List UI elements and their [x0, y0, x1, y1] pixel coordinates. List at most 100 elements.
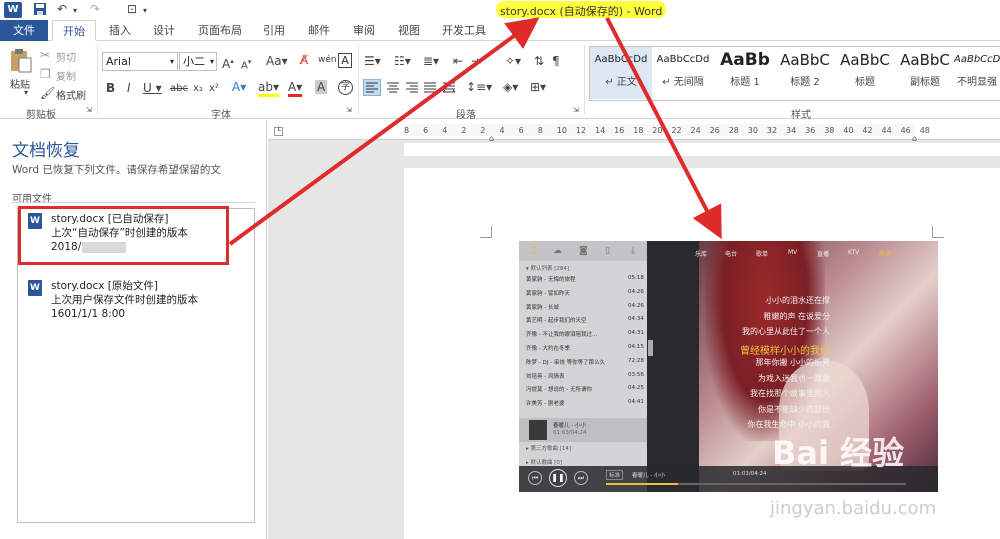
tab-selector-icon[interactable]: └: [274, 127, 283, 136]
song-title[interactable]: 黄艺明 - 起步我们的天空: [526, 316, 586, 324]
justify-icon[interactable]: [422, 80, 438, 95]
highlight-icon[interactable]: ab▾: [258, 80, 279, 97]
cut-button[interactable]: 剪切: [56, 49, 76, 64]
player-nav-item[interactable]: 歌单: [756, 249, 768, 258]
numbering-icon[interactable]: ☷▾: [394, 54, 411, 68]
clear-formatting-icon[interactable]: A̸: [300, 53, 308, 67]
device-icon[interactable]: ▯: [605, 246, 610, 256]
style-normal[interactable]: AaBbCcDd ↵ 正文: [590, 47, 652, 99]
playlist-section[interactable]: ▸ 默认歌曲 [0]: [526, 458, 562, 466]
strikethrough-icon[interactable]: abc: [170, 82, 188, 96]
song-title[interactable]: 刘培英 - 风情表: [526, 372, 564, 380]
multilevel-list-icon[interactable]: ≣▾: [423, 54, 439, 68]
tab-view[interactable]: 视图: [391, 20, 427, 41]
tab-page-layout[interactable]: 页面布局: [190, 20, 250, 41]
paragraph-launcher-icon[interactable]: ⇲: [573, 106, 579, 114]
playlist-section[interactable]: ▸ 第三方歌曲 [14]: [526, 444, 571, 452]
character-border-icon[interactable]: A: [338, 53, 352, 68]
playlist-header[interactable]: ▾ 默认列表 [284]: [526, 264, 569, 272]
clipboard-launcher-icon[interactable]: ⇲: [86, 106, 92, 114]
superscript-icon[interactable]: x²: [209, 82, 219, 96]
right-indent-marker-icon[interactable]: ⌂: [912, 134, 917, 143]
shrink-font-icon[interactable]: A▾: [241, 55, 251, 73]
tab-home[interactable]: 开始: [52, 20, 96, 41]
bold-icon[interactable]: B: [106, 81, 115, 95]
distributed-icon[interactable]: [441, 80, 457, 95]
paste-dropdown-icon[interactable]: ▾: [24, 88, 28, 97]
previous-track-icon[interactable]: ⏮: [528, 471, 542, 485]
borders-icon[interactable]: ⊞▾: [530, 80, 546, 94]
player-nav-item[interactable]: KTV: [848, 249, 859, 256]
align-center-icon[interactable]: [385, 80, 401, 95]
pause-icon[interactable]: ❚❚: [549, 469, 567, 487]
player-nav-item[interactable]: 乐库: [695, 249, 707, 258]
player-nav-item[interactable]: 歌词: [879, 249, 891, 258]
song-title[interactable]: 陈梦 - DJ - 串烧 等你等了那么久: [526, 358, 605, 366]
song-title[interactable]: 齐豫 - 不让我的眼泪陪我过...: [526, 330, 597, 338]
bullets-icon[interactable]: ☰▾: [364, 54, 381, 68]
subscript-icon[interactable]: x₂: [193, 82, 203, 96]
character-shading-icon[interactable]: A: [315, 80, 328, 94]
radio-icon[interactable]: ◙: [579, 246, 588, 256]
redo-icon[interactable]: ↷: [90, 2, 100, 16]
collapse-handle[interactable]: [648, 340, 653, 356]
line-spacing-icon[interactable]: ↕≡▾: [466, 80, 492, 94]
save-icon[interactable]: [33, 2, 47, 16]
song-title[interactable]: 黄家驹 - 譬如昨天: [526, 289, 570, 297]
tab-developer[interactable]: 开发工具: [436, 20, 492, 41]
sort-icon[interactable]: ⇅: [534, 54, 544, 68]
paste-icon[interactable]: [9, 48, 33, 74]
indent-marker-icon[interactable]: ⌂: [489, 134, 494, 143]
song-title[interactable]: 许美芳 - 剧老婆: [526, 399, 564, 407]
cut-icon[interactable]: ✂: [40, 48, 50, 62]
font-launcher-icon[interactable]: ⇲: [346, 106, 352, 114]
format-painter-button[interactable]: 格式刷: [56, 87, 86, 102]
player-nav-item[interactable]: 电台: [725, 249, 737, 258]
font-name-select[interactable]: Arial ▾: [102, 52, 178, 71]
chinese-layout-icon[interactable]: ✧▾: [505, 54, 521, 68]
tab-mailings[interactable]: 邮件: [301, 20, 337, 41]
music-note-icon[interactable]: ♫: [529, 246, 537, 256]
font-color-icon[interactable]: A▾: [288, 80, 303, 97]
undo-dropdown-icon[interactable]: ▾: [73, 6, 77, 15]
style-heading-2[interactable]: AaBbC 标题 2: [774, 47, 836, 99]
underline-icon[interactable]: U ▾: [143, 81, 162, 95]
player-nav-item[interactable]: 直播: [817, 249, 829, 258]
undo-icon[interactable]: ↶: [57, 2, 67, 16]
tab-file[interactable]: 文件: [0, 20, 48, 41]
song-title[interactable]: 冯提莫 - 想说的 - 无所谓你: [526, 385, 592, 393]
song-title[interactable]: 黄家驹 - 无悔的旅程: [526, 275, 575, 283]
tab-design[interactable]: 设计: [144, 20, 184, 41]
italic-icon[interactable]: I: [127, 81, 131, 95]
download-icon[interactable]: ⤓: [631, 246, 635, 256]
grow-font-icon[interactable]: A▴: [222, 54, 234, 71]
phonetic-guide-icon[interactable]: wén: [318, 53, 337, 67]
format-painter-icon[interactable]: 🖌: [40, 86, 55, 100]
enclosed-character-icon[interactable]: 字: [338, 80, 353, 95]
style-subtle-emphasis[interactable]: AaBbCcDd不明显强: [954, 47, 1000, 99]
style-heading-1[interactable]: AaBb 标题 1: [714, 47, 776, 99]
style-subtitle[interactable]: AaBbC 副标题: [894, 47, 956, 99]
change-case-icon[interactable]: Aa▾: [266, 54, 288, 68]
cloud-icon[interactable]: ☁: [553, 246, 562, 256]
tab-references[interactable]: 引用: [256, 20, 292, 41]
style-title[interactable]: AaBbC 标题: [834, 47, 896, 99]
song-title[interactable]: 黄家驹 - 长城: [526, 303, 559, 311]
shading-icon[interactable]: ◈▾: [503, 80, 518, 94]
song-title[interactable]: 齐豫 - 大约在冬季: [526, 344, 570, 352]
show-marks-icon[interactable]: ¶: [552, 54, 560, 68]
style-no-spacing[interactable]: AaBbCcDd ↵ 无间隔: [652, 47, 714, 99]
touch-mode-icon[interactable]: ⊡: [127, 2, 137, 16]
align-left-icon[interactable]: [363, 79, 381, 96]
decrease-indent-icon[interactable]: ⇤: [453, 54, 463, 68]
copy-button[interactable]: 复制: [56, 68, 76, 83]
copy-icon[interactable]: ❐: [40, 67, 51, 81]
tab-review[interactable]: 审阅: [346, 20, 382, 41]
text-effects-icon[interactable]: A▾: [232, 80, 246, 94]
increase-indent-icon[interactable]: ⇥: [471, 54, 481, 68]
font-size-select[interactable]: 小二 ▾: [179, 52, 217, 71]
align-right-icon[interactable]: [404, 80, 420, 95]
next-track-icon[interactable]: ⏭: [574, 471, 588, 485]
word-app-icon[interactable]: W: [4, 2, 22, 18]
player-nav-item[interactable]: MV: [788, 249, 797, 256]
